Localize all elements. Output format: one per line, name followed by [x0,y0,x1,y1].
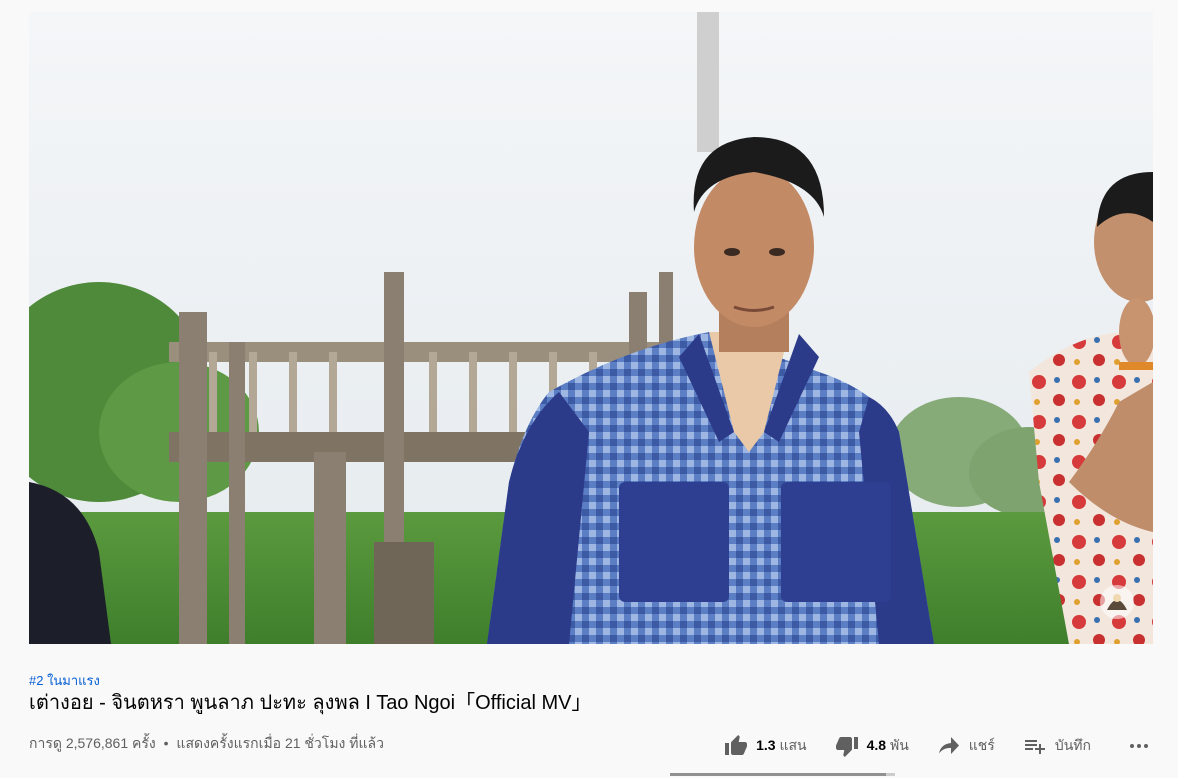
watch-page: #2 ในมาแรง เต่างอย - จินตหรา พูนลาภ ปะทะ… [0,0,1178,778]
meta-separator: • [163,735,169,751]
trending-hashtag-link[interactable]: #2 ในมาแรง [29,670,100,691]
premiere-date: แสดงครั้งแรกเมื่อ 21 ชั่วโมง ที่แล้ว [176,735,384,751]
video-info: #2 ในมาแรง เต่างอย - จินตหรา พูนลาภ ปะทะ… [29,660,1153,778]
action-bar: 1.3 แสน 4.8 พัน แชร์ บันทึก [724,728,1153,764]
video-title: เต่างอย - จินตหรา พูนลาภ ปะทะ ลุงพล I Ta… [29,692,592,714]
video-meta: การดู 2,576,861 ครั้ง • แสดงครั้งแรกเมื่… [29,733,384,755]
video-frame [29,12,1153,644]
channel-watermark-icon[interactable] [1099,584,1135,620]
like-count: 1.3 [756,737,776,753]
like-unit: แสน [779,737,807,753]
more-horizontal-icon [1127,734,1151,758]
dislike-unit: พัน [889,737,909,753]
share-button[interactable]: แชร์ [937,734,995,758]
thumb-down-icon [835,734,859,758]
sentiment-bar [670,773,895,776]
share-label: แชร์ [968,737,995,753]
view-count: การดู 2,576,861 ครั้ง [29,735,156,751]
playlist-add-icon [1023,734,1047,758]
dislike-button[interactable]: 4.8 พัน [835,734,909,758]
sentiment-bar-like-fill [670,773,886,776]
like-button[interactable]: 1.3 แสน [724,734,807,758]
more-actions-button[interactable] [1125,734,1153,758]
dislike-count: 4.8 [866,737,887,753]
share-icon [937,734,961,758]
thumb-up-icon [724,734,748,758]
save-label: บันทึก [1054,737,1091,753]
video-player[interactable] [29,12,1153,644]
save-button[interactable]: บันทึก [1023,734,1091,758]
